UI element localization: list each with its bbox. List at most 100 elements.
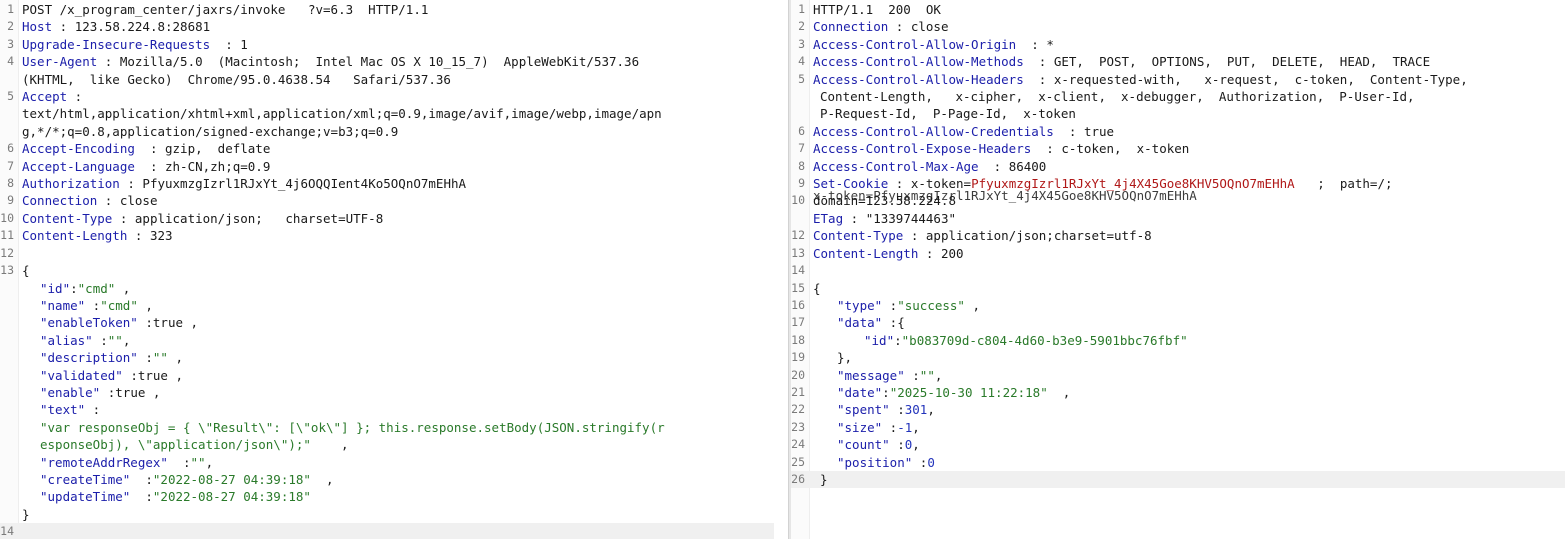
request-header-accept-cont-2[interactable]: g,*/*;q=0.8,application/signed-exchange;… (0, 123, 788, 140)
response-body-data-close[interactable]: 19}, (791, 349, 1565, 366)
response-body-message[interactable]: 20 "message" :"", (791, 367, 1565, 384)
response-header-etag[interactable]: ETag : "1339744463" (791, 210, 1565, 227)
request-header-authorization[interactable]: 8 Authorization : PfyuxmzgIzrl1RJxYt_4j6O… (0, 175, 788, 192)
response-header-acao[interactable]: 3 Access-Control-Allow-Origin : * (791, 36, 1565, 53)
response-pane[interactable]: 1 HTTP/1.1 200 OK 2 Connection : close 3 Ac… (791, 0, 1565, 539)
request-body-validated[interactable]: "validated" :true , (0, 367, 788, 384)
header-sep: : (210, 36, 241, 52)
response-body-data[interactable]: 17 "data" :{ (791, 314, 1565, 331)
status-line[interactable]: 1 HTTP/1.1 200 OK (791, 1, 1565, 18)
request-header-connection[interactable]: 9 Connection : close (0, 192, 788, 209)
line-number: 23 (791, 419, 805, 434)
request-body-create-time[interactable]: "createTime" :"2022-08-27 04:39:18" , (0, 471, 788, 488)
response-body-size[interactable]: 23 "size" :-1, (791, 419, 1565, 436)
header-sep: : (67, 89, 83, 105)
response-header-connection[interactable]: 2 Connection : close (791, 18, 1565, 35)
request-body-enable[interactable]: "enable" :true , (0, 384, 788, 401)
request-header-user-agent-cont[interactable]: (KHTML, like Gecko) Chrome/95.0.4638.54 … (0, 71, 788, 88)
request-blank-line[interactable]: 12 (0, 245, 788, 262)
response-header-set-cookie-overlap[interactable]: 10 domain=123.58.224.8 x-token=PfyuxmzgIzr… (791, 188, 1565, 209)
line-number: 8 (7, 176, 14, 191)
header-value-continuation: g,*/*;q=0.8,application/signed-exchange;… (22, 123, 399, 139)
response-body-data-id[interactable]: 18 "id":"b083709d-c804-4d60-b3e9-5901bbc7… (791, 332, 1565, 349)
json-string: "" (919, 367, 935, 383)
header-value: true (1083, 123, 1115, 139)
json-key: "message" (837, 367, 905, 383)
request-header-accept-encoding[interactable]: 6 Accept-Encoding : gzip, deflate (0, 140, 788, 157)
header-key: Connection (22, 193, 98, 209)
request-pane[interactable]: 1 POST /x_program_center/jaxrs/invoke ?v=… (0, 0, 788, 539)
json-key: "position" (837, 454, 913, 470)
request-body-description[interactable]: "description" :"" , (0, 349, 788, 366)
header-key: Access-Control-Max-Age (813, 158, 979, 174)
header-sep: : (112, 210, 135, 226)
request-header-accept-language[interactable]: 7 Accept-Language : zh-CN,zh;q=0.9 (0, 158, 788, 175)
json-string: "" (190, 454, 206, 470)
response-body-spent[interactable]: 22 "spent" :301, (791, 401, 1565, 418)
request-body-enable-token[interactable]: "enableToken" :true , (0, 314, 788, 331)
json-string: "2022-08-27 04:39:18" (152, 471, 311, 487)
line-number: 4 (798, 54, 805, 69)
request-header-content-type[interactable]: 10 Content-Type : application/json; chars… (0, 210, 788, 227)
request-header-accept[interactable]: 5 Accept : (0, 88, 788, 105)
line-number: 20 (791, 367, 805, 382)
request-body-update-time[interactable]: "updateTime" :"2022-08-27 04:39:18" (0, 488, 788, 505)
request-header-content-length[interactable]: 11 Content-Length : 323 (0, 227, 788, 244)
response-header-acah[interactable]: 5 Access-Control-Allow-Headers : x-reques… (791, 71, 1565, 88)
request-body-alias[interactable]: "alias" :"", (0, 332, 788, 349)
request-body-remote-addr[interactable]: "remoteAddrRegex" :"", (0, 454, 788, 471)
cookie-overlap-text: x-token=PfyuxmzgIzrl1RJxYt_4j4X45Goe8KHV… (813, 188, 1197, 204)
header-key: Accept (22, 89, 68, 105)
response-header-acah-cont-1[interactable]: Content-Length, x-cipher, x-client, x-de… (791, 88, 1565, 105)
header-value: 200 (940, 245, 964, 261)
request-header-user-agent[interactable]: 4 User-Agent : Mozilla/5.0 (Macintosh; In… (0, 53, 788, 70)
response-body-position[interactable]: 25 "position" :0 (791, 454, 1565, 471)
response-editor[interactable]: 1 HTTP/1.1 200 OK 2 Connection : close 3 Ac… (791, 1, 1565, 489)
request-body-open[interactable]: 13 { (0, 262, 788, 279)
request-cursor-line[interactable]: 14 (0, 523, 774, 539)
request-header-upgrade[interactable]: 3 Upgrade-Insecure-Requests : 1 (0, 36, 788, 53)
response-body-close[interactable]: 26} (791, 470, 1565, 489)
request-body-close[interactable]: } (0, 506, 788, 523)
request-body-text-value-1[interactable]: "var responseObj = { \"Result\": [\"ok\"… (0, 419, 788, 436)
header-key: Access-Control-Allow-Methods (813, 54, 1024, 70)
line-number: 11 (0, 228, 14, 243)
response-header-acah-cont-2[interactable]: P-Request-Id, P-Page-Id, x-token (791, 105, 1565, 122)
response-header-acam[interactable]: 4 Access-Control-Allow-Methods : GET, POS… (791, 53, 1565, 70)
line-number: 13 (0, 263, 14, 278)
request-editor[interactable]: 1 POST /x_program_center/jaxrs/invoke ?v=… (0, 1, 788, 539)
json-string: esponseObj), \"application/json\");" (40, 437, 311, 453)
request-header-accept-cont-1[interactable]: text/html,application/xhtml+xml,applicat… (0, 105, 788, 122)
response-header-acma[interactable]: 8 Access-Control-Max-Age : 86400 (791, 158, 1565, 175)
header-key: Content-Length (22, 228, 128, 244)
line-number: 10 (791, 193, 805, 208)
line-number: 25 (791, 454, 805, 469)
json-string: "cmd" (100, 297, 138, 313)
line-number: 13 (791, 245, 805, 260)
line-number: 6 (7, 141, 14, 156)
response-header-content-type[interactable]: 12 Content-Type : application/json;charse… (791, 227, 1565, 244)
response-body-count[interactable]: 24 "count" :0, (791, 436, 1565, 453)
request-body-text[interactable]: "text" : (0, 401, 788, 418)
request-line[interactable]: 1 POST /x_program_center/jaxrs/invoke ?v=… (0, 1, 788, 18)
response-blank-line[interactable]: 14 (791, 262, 1565, 279)
request-body-name[interactable]: "name" :"cmd" , (0, 297, 788, 314)
response-body-open[interactable]: 15 { (791, 280, 1565, 297)
response-header-acac[interactable]: 6 Access-Control-Allow-Credentials : true (791, 123, 1565, 140)
line-number: 5 (798, 71, 805, 86)
header-sep: : (1016, 36, 1047, 52)
line-number: 19 (791, 350, 805, 365)
response-body-date[interactable]: 21 "date":"2025-10-30 11:22:18" , (791, 384, 1565, 401)
request-header-host[interactable]: 2 Host : 123.58.224.8:28681 (0, 18, 788, 35)
line-number: 3 (7, 36, 14, 51)
response-header-content-length[interactable]: 13 Content-Length : 200 (791, 245, 1565, 262)
response-header-aceh[interactable]: 7 Access-Control-Expose-Headers : c-token… (791, 140, 1565, 157)
response-body-type[interactable]: 16 "type" :"success" , (791, 297, 1565, 314)
line-number: 3 (798, 36, 805, 51)
json-bool: true (115, 384, 146, 400)
request-body-text-value-2[interactable]: esponseObj), \"application/json\");" , (0, 436, 788, 453)
line-number: 8 (798, 158, 805, 173)
json-bool: true (152, 315, 184, 331)
request-body-id[interactable]: "id":"cmd" , (0, 280, 788, 297)
header-value: gzip, deflate (165, 141, 271, 157)
